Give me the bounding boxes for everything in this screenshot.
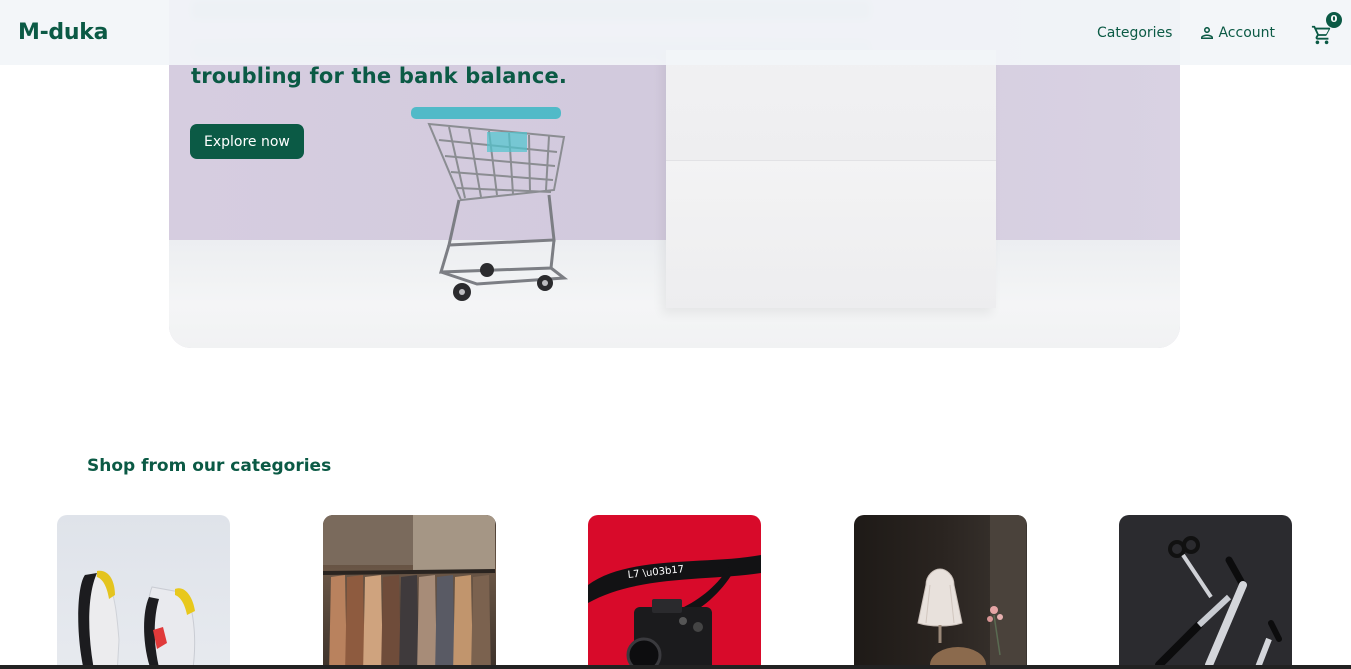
lamp-image: [917, 515, 1026, 669]
nav-account-link[interactable]: Account: [1198, 24, 1275, 42]
account-label: Account: [1218, 24, 1275, 41]
cart-button[interactable]: 0: [1311, 11, 1342, 45]
nav-categories-link[interactable]: Categories: [1097, 25, 1172, 41]
category-card-electronics[interactable]: L7 \u03b17: [588, 515, 761, 669]
page-bottom-border: [0, 665, 1351, 669]
shopping-cart-illustration: [411, 107, 569, 301]
nav-links: Categories Account 0: [1097, 0, 1342, 65]
navbar: M-duka Categories Account 0: [0, 0, 1351, 65]
category-card-home[interactable]: [854, 515, 1027, 669]
shopping-bag-fold: [666, 160, 996, 308]
cart-count-badge: 0: [1326, 11, 1342, 28]
categories-section-title: Shop from our categories: [87, 456, 332, 476]
category-card-clothing[interactable]: [323, 515, 496, 669]
camera-image: L7 \u03b17: [588, 555, 761, 669]
brand-logo[interactable]: M-duka: [18, 20, 108, 45]
hero-headline: troubling for the bank balance.: [191, 64, 568, 88]
sneakers-image: [78, 570, 196, 669]
explore-now-button[interactable]: Explore now: [190, 124, 304, 159]
knives-image: [1155, 536, 1282, 669]
person-icon: [1201, 26, 1214, 39]
clothing-rack-image: [323, 515, 496, 669]
category-card-kitchen[interactable]: [1119, 515, 1292, 669]
category-card-sneakers[interactable]: [57, 515, 230, 669]
